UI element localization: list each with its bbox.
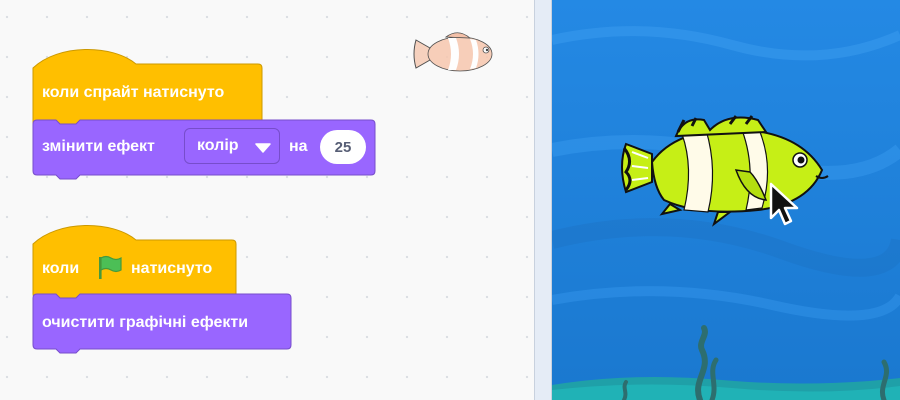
hat-clicked-label: натиснуто xyxy=(131,260,213,277)
effect-dropdown[interactable]: колір xyxy=(184,128,280,164)
panel-divider[interactable] xyxy=(534,0,552,400)
clownfish-sprite[interactable] xyxy=(618,108,838,238)
code-area[interactable]: коли спрайт натиснуто змінити ефект колі… xyxy=(0,0,534,400)
hat-label: коли спрайт натиснуто xyxy=(42,84,225,101)
effect-value-input[interactable]: 25 xyxy=(320,130,366,164)
green-flag-icon xyxy=(99,255,122,279)
change-effect-label: змінити ефект xyxy=(42,138,155,155)
mouse-cursor-icon xyxy=(769,182,799,226)
effect-by-label: на xyxy=(289,138,308,155)
stage[interactable] xyxy=(552,0,900,400)
dropdown-arrow-icon xyxy=(255,143,271,153)
hat-when-label: коли xyxy=(42,260,80,277)
effect-dropdown-value: колір xyxy=(197,137,239,154)
clear-effects-label: очистити графічні ефекти xyxy=(42,314,249,331)
sprite-thumbnail-icon xyxy=(413,32,493,72)
